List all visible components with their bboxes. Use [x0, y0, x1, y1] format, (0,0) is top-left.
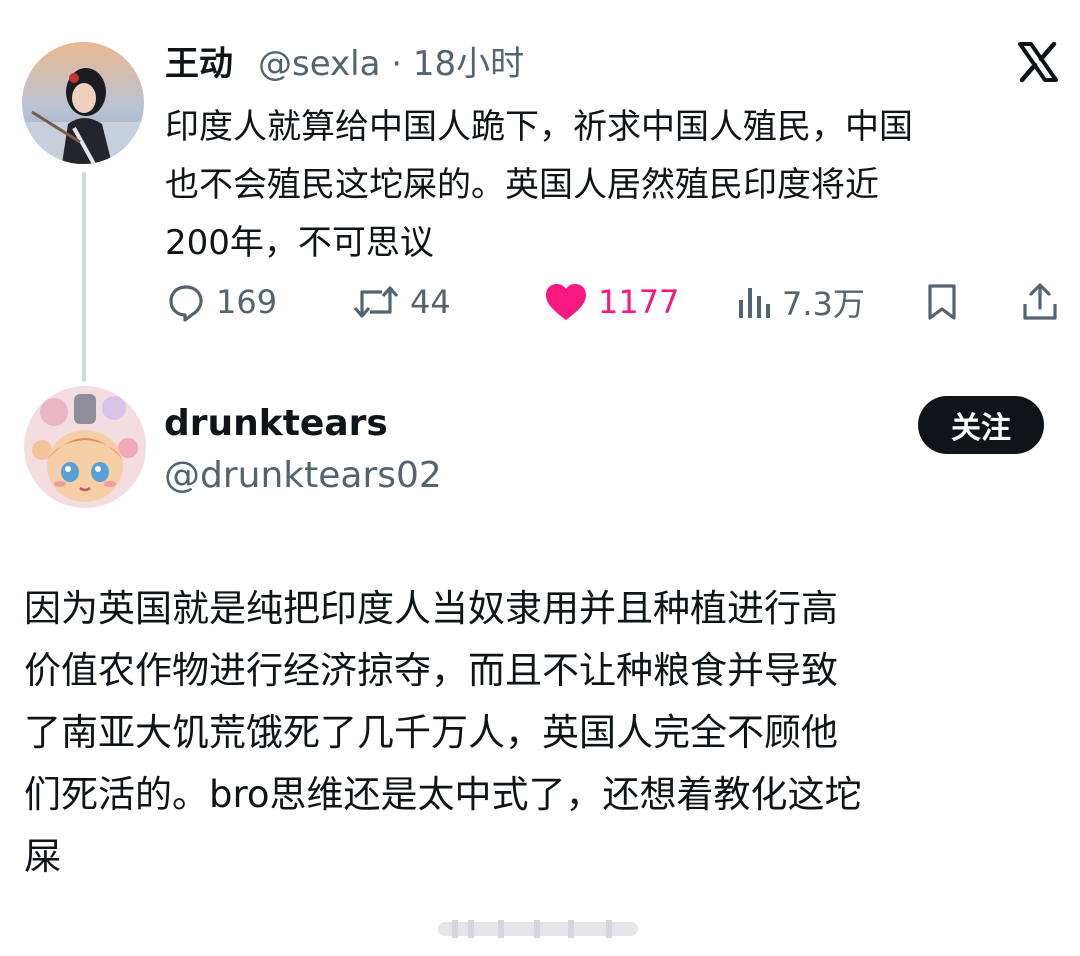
- tweet-author-meta[interactable]: @sexla · 18小时: [258, 44, 524, 84]
- reply-author-name[interactable]: drunktears: [164, 402, 388, 446]
- reply-count: 169: [216, 283, 278, 321]
- retweet-icon: [353, 286, 399, 318]
- tweet-author-avatar[interactable]: [22, 42, 144, 164]
- reply-author-handle[interactable]: @drunktears02: [164, 454, 442, 498]
- retweet-button[interactable]: 44: [352, 280, 451, 324]
- reply-icon: [169, 285, 203, 322]
- tweet-text: 印度人就算给中国人跪下，祈求中国人殖民，中国 也不会殖民这坨屎的。英国人居然殖民…: [165, 98, 1065, 272]
- tweet-author-name[interactable]: 王动: [165, 44, 233, 84]
- like-button[interactable]: 1177: [544, 280, 679, 324]
- reply-text-line: 了南亚大饥荒饿死了几千万人，英国人完全不顾他: [24, 711, 838, 754]
- x-logo-icon[interactable]: [1016, 40, 1060, 84]
- reply-text: 因为英国就是纯把印度人当奴隶用并且种植进行高 价值农作物进行经济掠夺，而且不让种…: [24, 578, 1064, 888]
- bookmark-icon: [928, 284, 956, 320]
- tweet-text-line: 印度人就算给中国人跪下，祈求中国人殖民，中国: [165, 107, 913, 147]
- share-icon: [1023, 283, 1057, 320]
- tweet-text-line: 200年，不可思议: [165, 223, 434, 263]
- reply-text-line: 价值农作物进行经济掠夺，而且不让种粮食并导致: [24, 649, 838, 692]
- watermark-blur: [438, 918, 638, 940]
- views-chart-icon: [739, 288, 770, 318]
- reply-text-line: 因为英国就是纯把印度人当奴隶用并且种植进行高: [24, 587, 838, 630]
- like-count: 1177: [598, 283, 680, 321]
- reply-text-line: 屎: [24, 835, 61, 878]
- follow-button[interactable]: 关注: [918, 396, 1044, 454]
- thread-line: [82, 172, 86, 382]
- views-count: 7.3万: [782, 285, 865, 323]
- bookmark-button[interactable]: [924, 280, 970, 324]
- reply-author-avatar[interactable]: [24, 386, 146, 508]
- reply-button[interactable]: 169: [166, 280, 277, 324]
- views-button[interactable]: 7.3万: [736, 280, 865, 324]
- heart-filled-icon: [546, 284, 586, 320]
- share-button[interactable]: [1020, 280, 1070, 324]
- tweet-text-line: 也不会殖民这坨屎的。英国人居然殖民印度将近: [165, 165, 879, 205]
- retweet-count: 44: [410, 283, 451, 321]
- reply-text-line: 们死活的。bro思维还是太中式了，还想着教化这坨: [24, 773, 862, 816]
